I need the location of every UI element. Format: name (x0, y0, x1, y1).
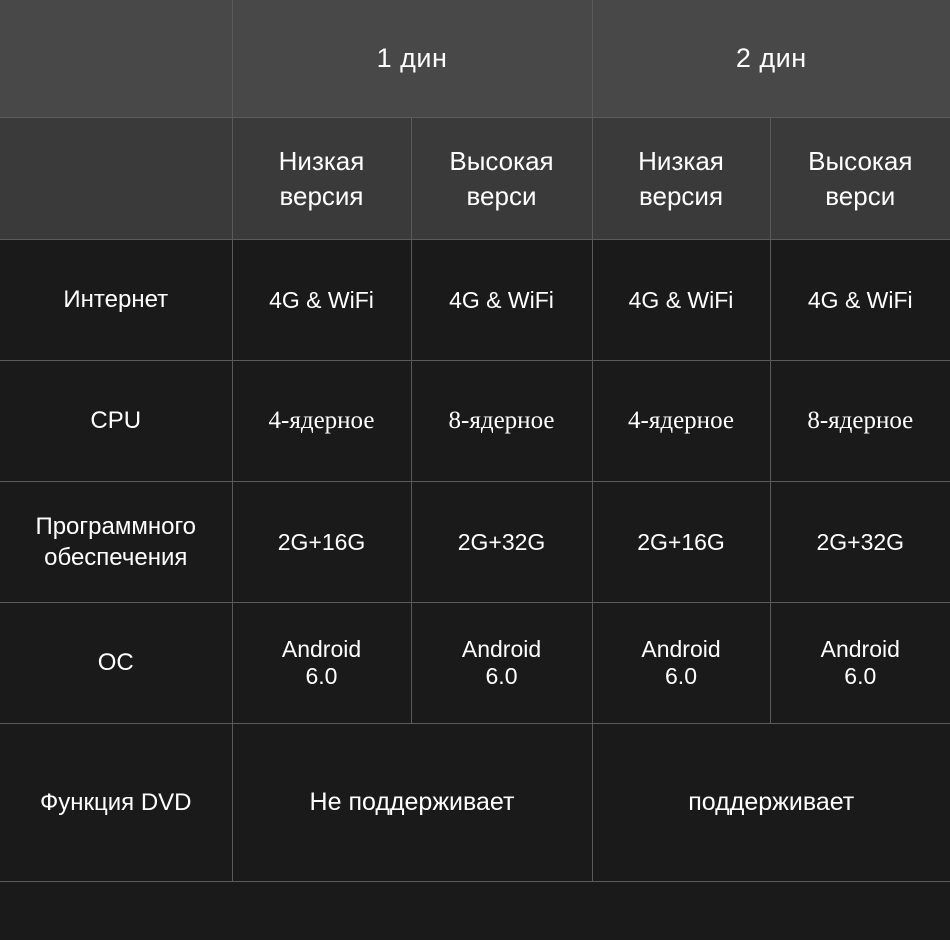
table-header-group-row: 1 дин 2 дин (0, 0, 950, 118)
row-label-os: ОС (0, 602, 233, 724)
version-label-line1: Высокая (808, 146, 913, 177)
row-label-cpu: CPU (0, 360, 233, 482)
table-row: Программного обеспечения 2G+16G 2G+32G 2… (0, 481, 950, 603)
group-header-1din: 1 дин (231, 0, 593, 118)
row-label-dvd-function: Функция DVD (0, 723, 233, 882)
version-label-line2: версия (279, 180, 364, 211)
cell-software-1din-low: 2G+16G (231, 481, 412, 603)
table-row: Функция DVD Не поддерживает поддерживает (0, 723, 950, 882)
row-label-line2: обеспечения (44, 544, 188, 571)
cell-software-2din-low: 2G+16G (591, 481, 771, 603)
os-line1: Android (461, 636, 542, 662)
cell-cpu-2din-high: 8-ядерное (769, 360, 950, 482)
cell-software-2din-high: 2G+32G (769, 481, 950, 603)
version-header-2din-high: Высокая верси (769, 117, 950, 240)
cell-dvd-2din: поддерживает (591, 723, 950, 882)
row-label-line1: Программного (35, 512, 197, 540)
cell-os-2din-low: Android 6.0 (591, 602, 771, 724)
cell-os-1din-high: Android 6.0 (410, 602, 593, 724)
version-header-2din-low: Низкая версия (591, 117, 771, 240)
os-line1: Android (641, 636, 721, 662)
table-row: CPU 4-ядерное 8-ядерное 4-ядерное 8-ядер… (0, 360, 950, 482)
version-header-1din-low: Низкая версия (231, 117, 412, 240)
version-label-line2: верси (825, 180, 896, 211)
version-header-spacer-cell (0, 117, 233, 240)
version-label-line1: Высокая (449, 146, 554, 177)
bottom-background-filler (0, 882, 950, 940)
version-label-line1: Низкая (638, 146, 724, 177)
cell-internet-1din-high: 4G & WiFi (410, 239, 593, 361)
cell-os-2din-high: Android 6.0 (769, 602, 950, 724)
os-line2: 6.0 (665, 663, 697, 689)
cell-cpu-2din-low: 4-ядерное (591, 360, 771, 482)
group-header-2din: 2 дин (591, 0, 950, 118)
version-label-line2: верси (466, 180, 537, 211)
cell-cpu-1din-low: 4-ядерное (231, 360, 412, 482)
table-corner-cell (0, 0, 233, 118)
row-label-internet: Интернет (0, 239, 233, 361)
cell-dvd-1din: Не поддерживает (231, 723, 593, 882)
table-row: Интернет 4G & WiFi 4G & WiFi 4G & WiFi 4… (0, 239, 950, 361)
cell-cpu-1din-high: 8-ядерное (410, 360, 593, 482)
os-line2: 6.0 (305, 663, 338, 689)
version-label-line1: Низкая (278, 146, 365, 177)
os-line2: 6.0 (485, 663, 518, 689)
table-row: ОС Android 6.0 Android 6.0 Android 6.0 A… (0, 602, 950, 724)
cell-software-1din-high: 2G+32G (410, 481, 593, 603)
cell-internet-2din-high: 4G & WiFi (769, 239, 950, 361)
specification-comparison-table: 1 дин 2 дин Низкая версия Высокая верси … (0, 0, 950, 882)
os-line1: Android (281, 636, 362, 662)
row-label-software: Программного обеспечения (0, 481, 233, 603)
os-line2: 6.0 (844, 663, 877, 689)
os-line1: Android (820, 636, 900, 662)
version-label-line2: версия (638, 180, 724, 211)
version-header-1din-high: Высокая верси (410, 117, 593, 240)
table-header-version-row: Низкая версия Высокая верси Низкая верси… (0, 117, 950, 240)
cell-internet-1din-low: 4G & WiFi (231, 239, 412, 361)
cell-internet-2din-low: 4G & WiFi (591, 239, 771, 361)
cell-os-1din-low: Android 6.0 (231, 602, 412, 724)
